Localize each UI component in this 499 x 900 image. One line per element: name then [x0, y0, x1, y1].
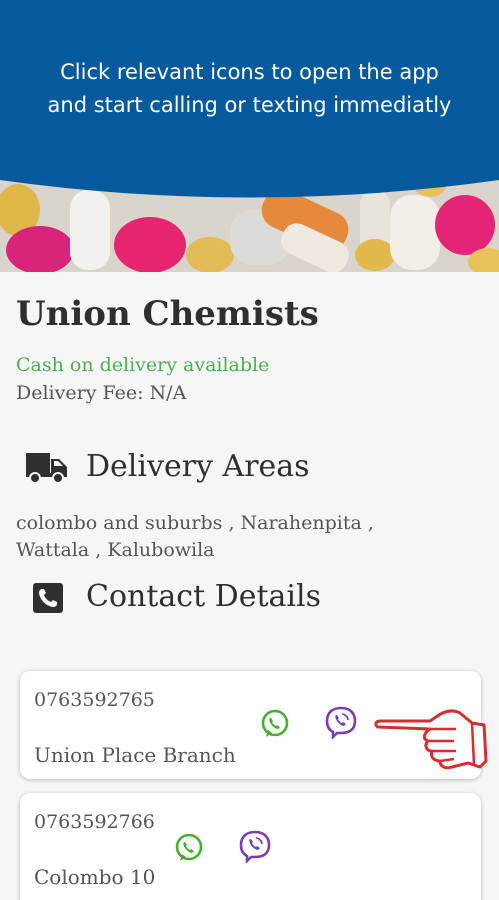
contact-details-title: Contact Details — [86, 579, 322, 614]
contact-branch-name: Colombo 10 — [34, 865, 156, 889]
contact-details-heading: Contact Details — [0, 577, 499, 621]
delivery-areas-title: Delivery Areas — [86, 449, 310, 484]
pointing-hand-icon — [374, 709, 488, 770]
contact-phone-number: 0763592766 — [34, 811, 155, 833]
contact-branch-name: Union Place Branch — [34, 743, 236, 767]
contact-card: 0763592766 Colombo 10 — [20, 793, 481, 900]
phone-icon — [33, 583, 63, 613]
whatsapp-icon[interactable] — [172, 831, 206, 865]
delivery-fee: Delivery Fee: N/A — [16, 382, 187, 404]
banner-message-line2: and start calling or texting immediatly — [47, 93, 452, 117]
delivery-areas-heading: Delivery Areas — [0, 447, 499, 491]
banner-message: Click relevant icons to open the app and… — [0, 56, 499, 122]
truck-icon — [26, 453, 67, 484]
banner-message-line1: Click relevant icons to open the app — [60, 60, 439, 84]
contact-phone-number: 0763592765 — [34, 689, 155, 711]
delivery-areas-list: colombo and suburbs , Narahenpita , Watt… — [16, 510, 456, 564]
delivery-areas-line1: colombo and suburbs , Narahenpita , — [16, 512, 374, 534]
viber-icon[interactable] — [324, 705, 358, 739]
shop-name: Union Chemists — [16, 294, 319, 334]
contact-card: 0763592765 Union Place Branch — [20, 671, 488, 779]
shop-details: Union Chemists Cash on delivery availabl… — [0, 272, 499, 900]
delivery-areas-line2: Wattala , Kalubowila — [16, 539, 215, 561]
header-banner: Click relevant icons to open the app and… — [0, 0, 499, 272]
whatsapp-icon[interactable] — [258, 707, 292, 741]
cod-text: Cash on delivery available — [16, 354, 270, 376]
viber-icon[interactable] — [238, 829, 272, 863]
